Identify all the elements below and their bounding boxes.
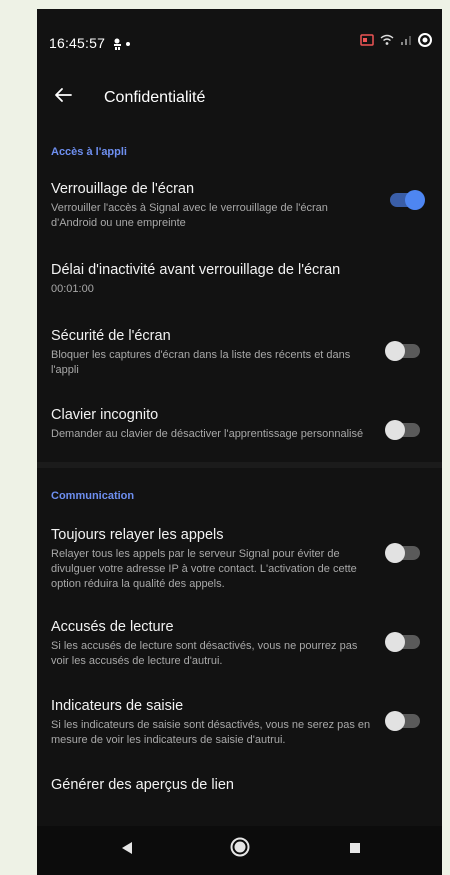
setting-inactivity-timeout[interactable]: Délai d'inactivité avant verrouillage de… [37, 261, 442, 297]
setting-title: Générer des aperçus de lien [51, 777, 234, 793]
phone-screen: 16:45:57 Confidentialité Accès à l'appli… [37, 9, 442, 875]
toggle-knob [385, 711, 405, 731]
setting-subtitle: Verrouiller l'accès à Signal avec le ver… [51, 202, 328, 229]
section-header-app-access: Accès à l'appli [51, 146, 127, 158]
setting-subtitle: Bloquer les captures d'écran dans la lis… [51, 349, 351, 376]
setting-read-receipts[interactable]: Accusés de lecture Si les accusés de lec… [37, 618, 442, 669]
incognito-keyboard-toggle[interactable] [385, 420, 420, 440]
app-bar: Confidentialité [37, 71, 442, 121]
toggle-knob [385, 420, 405, 440]
page-title: Confidentialité [104, 89, 206, 106]
relay-calls-toggle[interactable] [385, 543, 420, 563]
status-time: 16:45:57 [49, 35, 106, 51]
arrow-left-icon[interactable] [51, 83, 75, 107]
settings-list: Accès à l'appli Verrouillage de l'écran … [37, 124, 442, 826]
section-header-communication: Communication [51, 490, 135, 502]
setting-subtitle: Demander au clavier de désactiver l'appr… [51, 428, 364, 440]
signal-strength-icon [401, 36, 411, 45]
triangle-back-icon[interactable] [119, 840, 135, 856]
toggle-knob [405, 190, 425, 210]
screen-security-toggle[interactable] [385, 341, 420, 361]
square-recents-icon[interactable] [347, 840, 363, 856]
cast-icon [360, 34, 374, 46]
setting-value: 00:01:00 [51, 283, 94, 295]
setting-title: Clavier incognito [51, 407, 159, 423]
status-bar: 16:45:57 [37, 9, 442, 59]
toggle-knob [385, 632, 405, 652]
setting-title: Accusés de lecture [51, 619, 174, 635]
toggle-knob [385, 543, 405, 563]
setting-title: Verrouillage de l'écran [51, 181, 195, 197]
setting-title: Sécurité de l'écran [51, 328, 171, 344]
circle-home-icon[interactable] [229, 836, 251, 858]
setting-subtitle: Relayer tous les appels par le serveur S… [51, 548, 357, 590]
setting-subtitle: Si les indicateurs de saisie sont désact… [51, 719, 371, 746]
setting-incognito-keyboard[interactable]: Clavier incognito Demander au clavier de… [37, 406, 442, 442]
setting-subtitle: Si les accusés de lecture sont désactivé… [51, 640, 358, 667]
screen-lock-toggle[interactable] [390, 190, 425, 210]
typing-indicators-toggle[interactable] [385, 711, 420, 731]
read-receipts-toggle[interactable] [385, 632, 420, 652]
setting-title: Toujours relayer les appels [51, 527, 224, 543]
notification-icons [114, 38, 130, 50]
setting-title: Indicateurs de saisie [51, 698, 184, 714]
setting-title: Délai d'inactivité avant verrouillage de… [51, 262, 341, 278]
setting-relay-calls[interactable]: Toujours relayer les appels Relayer tous… [37, 526, 442, 592]
setting-screen-security[interactable]: Sécurité de l'écran Bloquer les captures… [37, 327, 442, 378]
wifi-icon [380, 34, 394, 45]
setting-typing-indicators[interactable]: Indicateurs de saisie Si les indicateurs… [37, 697, 442, 748]
toggle-knob [385, 341, 405, 361]
setting-link-previews[interactable]: Générer des aperçus de lien [37, 776, 442, 794]
system-nav-bar [37, 826, 442, 875]
setting-screen-lock[interactable]: Verrouillage de l'écran Verrouiller l'ac… [37, 180, 442, 231]
battery-icon [418, 33, 432, 47]
